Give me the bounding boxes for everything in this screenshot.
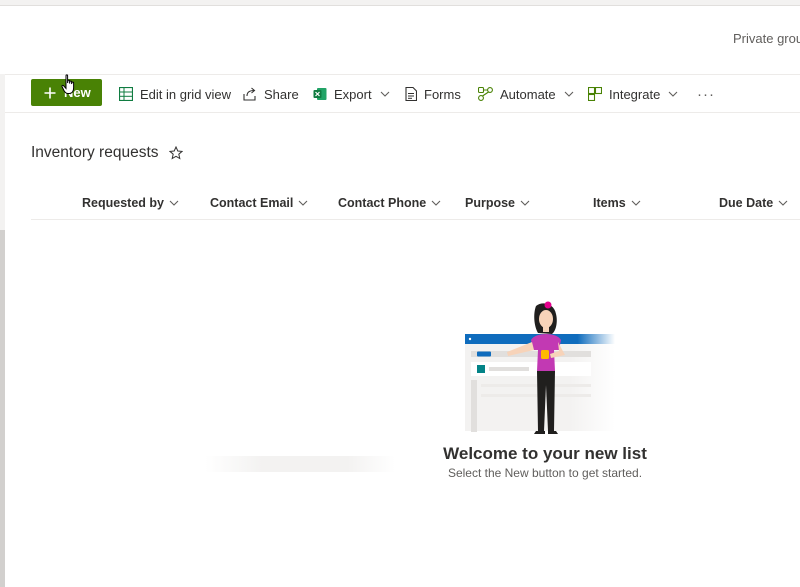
more-actions-button[interactable]: ··· bbox=[697, 75, 715, 113]
export-label: Export bbox=[334, 86, 372, 102]
column-header-contact-phone[interactable]: Contact Phone bbox=[338, 187, 441, 218]
forms-label: Forms bbox=[424, 86, 461, 102]
column-header-label: Purpose bbox=[465, 195, 516, 210]
edit-grid-view-label: Edit in grid view bbox=[140, 86, 232, 102]
column-header-contact-email[interactable]: Contact Email bbox=[210, 187, 308, 218]
empty-state-subtitle: Select the New button to get started. bbox=[447, 466, 643, 480]
column-header-label: Contact Email bbox=[210, 195, 294, 210]
command-bar: Edit in grid view Share Export Forms Aut… bbox=[5, 74, 800, 113]
chevron-down-icon bbox=[298, 200, 308, 206]
column-header-label: Requested by bbox=[82, 195, 164, 210]
column-header-purpose[interactable]: Purpose bbox=[465, 187, 530, 218]
column-header-label: Due Date bbox=[719, 195, 774, 210]
share-button[interactable]: Share bbox=[243, 75, 299, 113]
plus-icon bbox=[44, 87, 56, 98]
grid-icon bbox=[119, 87, 133, 101]
integrate-label: Integrate bbox=[609, 86, 661, 102]
edit-grid-view-button[interactable]: Edit in grid view bbox=[119, 75, 231, 113]
group-privacy-label: Private group bbox=[733, 31, 800, 46]
chevron-down-icon bbox=[431, 200, 441, 206]
share-icon bbox=[243, 87, 256, 101]
automate-button[interactable]: Automate bbox=[478, 75, 574, 113]
chevron-down-icon bbox=[380, 91, 389, 97]
forms-button[interactable]: Forms bbox=[405, 75, 461, 113]
chevron-down-icon bbox=[564, 91, 574, 97]
column-header-label: Contact Phone bbox=[338, 195, 427, 210]
chevron-down-icon bbox=[668, 91, 678, 97]
column-header-due-date[interactable]: Due Date bbox=[719, 187, 788, 218]
automate-label: Automate bbox=[500, 86, 556, 102]
empty-list-illustration bbox=[465, 301, 615, 434]
column-header-requested-by[interactable]: Requested by bbox=[82, 187, 179, 218]
left-scrollbar[interactable] bbox=[0, 230, 5, 587]
share-label: Share bbox=[264, 86, 299, 102]
list-title: Inventory requests bbox=[31, 144, 183, 162]
integrate-button[interactable]: Integrate bbox=[588, 75, 678, 113]
forms-icon bbox=[405, 87, 417, 101]
column-header-label: Items bbox=[593, 195, 626, 210]
list-title-text: Inventory requests bbox=[31, 144, 159, 161]
chevron-down-icon bbox=[520, 200, 530, 206]
more-icon: ··· bbox=[697, 85, 715, 103]
column-header-items[interactable]: Items bbox=[593, 187, 641, 218]
column-header-row: Requested by Contact Email Contact Phone… bbox=[31, 187, 800, 220]
excel-icon bbox=[313, 88, 327, 100]
star-icon[interactable] bbox=[168, 146, 183, 160]
export-button[interactable]: Export bbox=[313, 75, 390, 113]
empty-state-title: Welcome to your new list bbox=[443, 444, 647, 463]
top-strip bbox=[0, 0, 800, 6]
flow-icon bbox=[478, 87, 493, 101]
hand-cursor-icon bbox=[61, 74, 75, 94]
chevron-down-icon bbox=[631, 200, 641, 206]
chevron-down-icon bbox=[169, 200, 179, 206]
integrate-icon bbox=[588, 87, 602, 101]
chevron-down-icon bbox=[778, 200, 788, 206]
loading-placeholder bbox=[205, 456, 395, 472]
